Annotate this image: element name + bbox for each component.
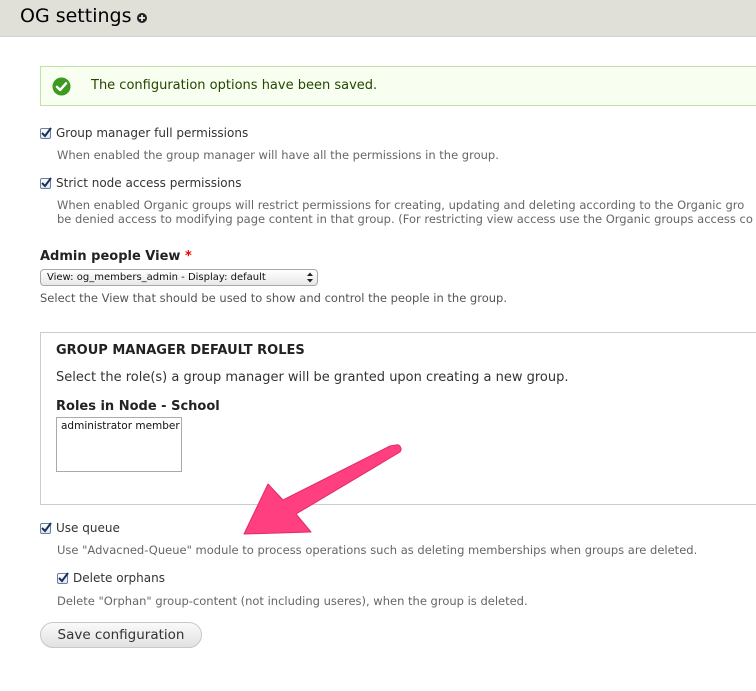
admin-people-view-label-text: Admin people View xyxy=(40,249,181,264)
page-title: OG settings xyxy=(20,5,132,27)
use-queue-description: Use "Advacned-Queue" module to process o… xyxy=(57,543,698,557)
group-manager-full-permissions-description: When enabled the group manager will have… xyxy=(57,148,499,162)
required-marker: * xyxy=(184,249,192,264)
roles-multiselect[interactable]: administrator member xyxy=(56,417,182,472)
role-option[interactable]: administrator member xyxy=(61,420,180,432)
admin-people-view-label: Admin people View * xyxy=(40,249,192,264)
check-circle-icon xyxy=(52,77,71,96)
plus-circle-icon[interactable] xyxy=(137,13,147,23)
page-header: OG settings xyxy=(0,0,756,37)
strict-node-access-label[interactable]: Strict node access permissions xyxy=(56,176,242,190)
admin-people-view-description: Select the View that should be used to s… xyxy=(40,291,507,305)
delete-orphans-label[interactable]: Delete orphans xyxy=(73,571,165,585)
select-updown-arrows-icon xyxy=(307,272,313,283)
strict-node-access-description-line1: When enabled Organic groups will restric… xyxy=(57,198,745,212)
admin-people-view-select[interactable]: View: og_members_admin - Display: defaul… xyxy=(40,269,318,286)
fieldset-legend: GROUP MANAGER DEFAULT ROLES xyxy=(56,343,305,358)
save-configuration-button[interactable]: Save configuration xyxy=(40,622,202,648)
group-manager-full-permissions-checkbox[interactable] xyxy=(40,127,52,139)
pink-arrow-icon xyxy=(243,444,402,535)
group-manager-full-permissions-label[interactable]: Group manager full permissions xyxy=(56,126,248,140)
strict-node-access-description-line2: be denied access to modifying page conte… xyxy=(57,212,753,226)
use-queue-label[interactable]: Use queue xyxy=(56,521,120,535)
admin-people-view-selected: View: og_members_admin - Display: defaul… xyxy=(47,272,266,283)
fieldset-description: Select the role(s) a group manager will … xyxy=(56,370,569,385)
status-text: The configuration options have been save… xyxy=(91,78,378,93)
use-queue-checkbox[interactable] xyxy=(40,522,52,534)
roles-in-node-label: Roles in Node - School xyxy=(56,399,220,414)
delete-orphans-description: Delete "Orphan" group-content (not inclu… xyxy=(57,594,528,608)
delete-orphans-checkbox[interactable] xyxy=(57,572,69,584)
status-message: The configuration options have been save… xyxy=(40,66,756,106)
strict-node-access-checkbox[interactable] xyxy=(40,177,52,189)
